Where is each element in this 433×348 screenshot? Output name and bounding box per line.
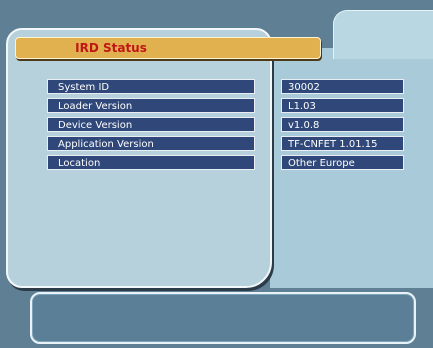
loader-version-label: Loader Version xyxy=(47,98,255,113)
page-title: IRD Status xyxy=(75,41,147,55)
device-version-value: v1.0.8 xyxy=(281,117,404,132)
device-version-label: Device Version xyxy=(47,117,255,132)
title-bar: IRD Status xyxy=(15,37,321,59)
system-id-label: System ID xyxy=(47,79,255,94)
location-value: Other Europe xyxy=(281,155,404,170)
ird-status-screen: IRD Status System ID 30002 Loader Versio… xyxy=(0,0,433,348)
message-box xyxy=(30,292,416,344)
location-label: Location xyxy=(47,155,255,170)
application-version-value: TF-CNFET 1.01.15 xyxy=(281,136,404,151)
loader-version-value: L1.03 xyxy=(281,98,404,113)
application-version-label: Application Version xyxy=(47,136,255,151)
system-id-value: 30002 xyxy=(281,79,404,94)
panel-tab xyxy=(333,10,433,59)
